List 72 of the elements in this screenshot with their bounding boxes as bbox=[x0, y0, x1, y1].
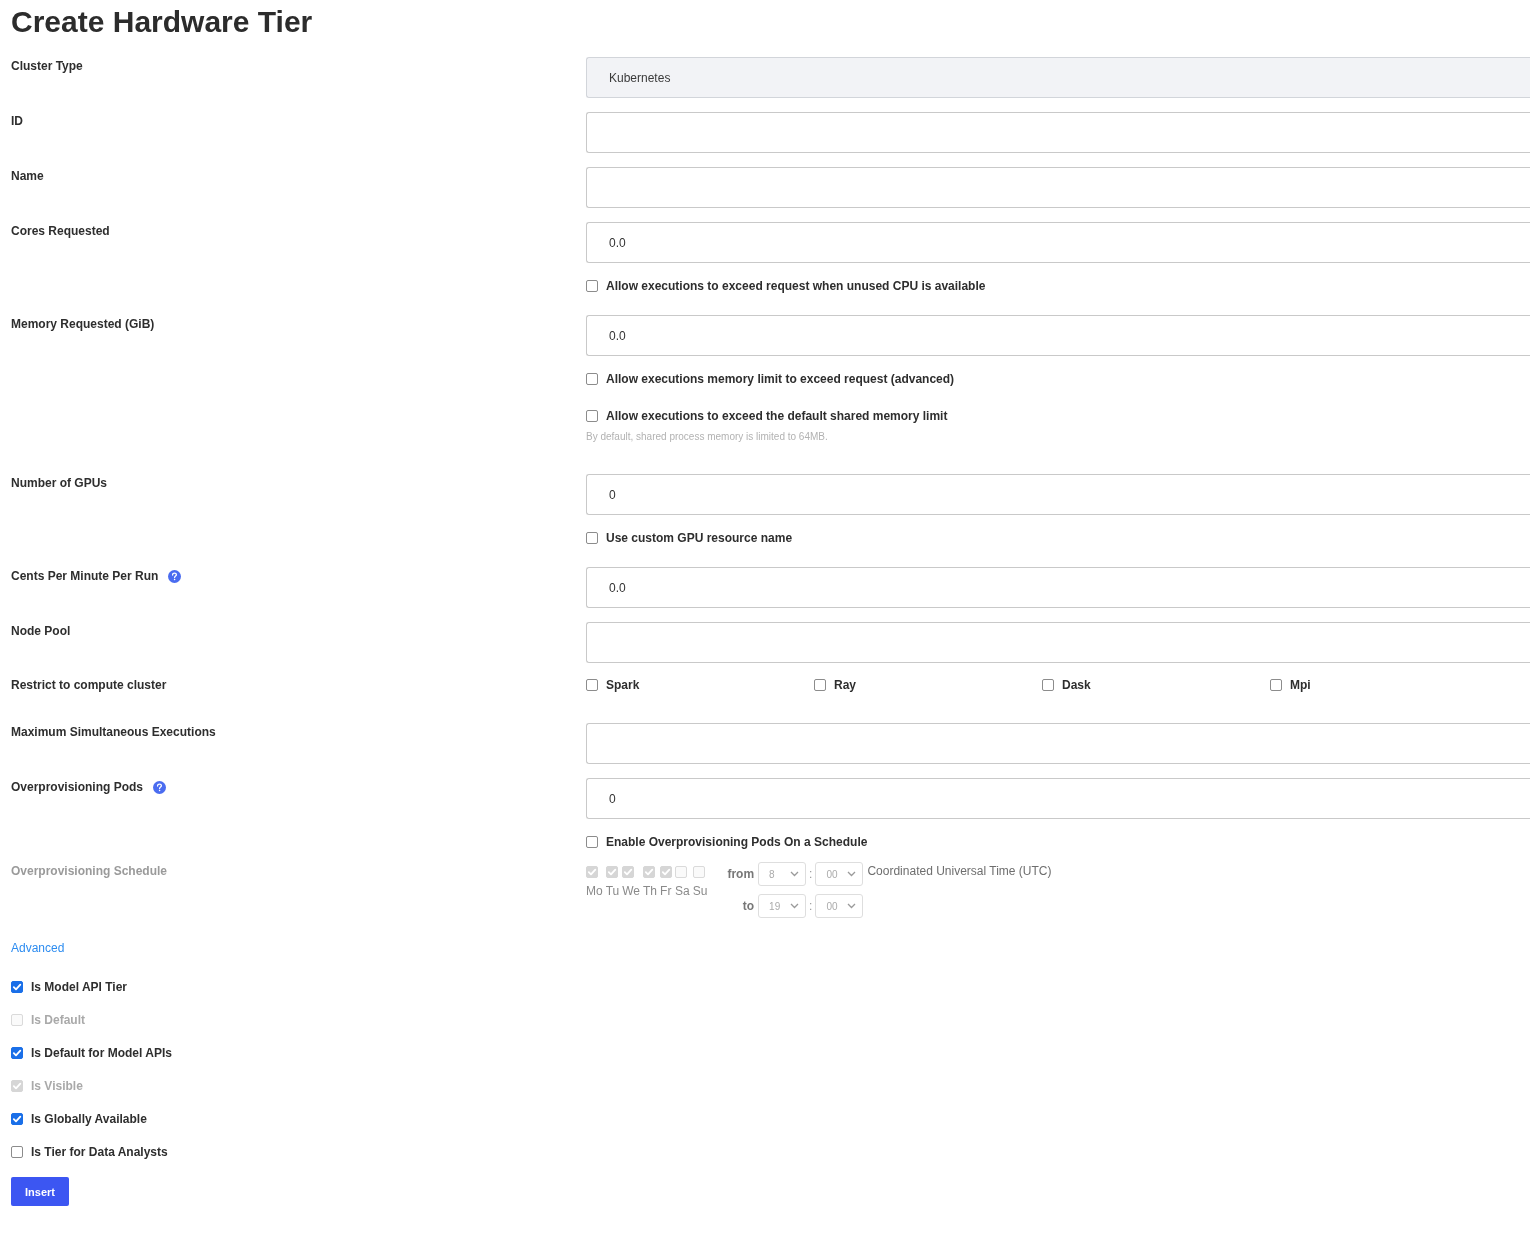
timezone-label: Coordinated Universal Time (UTC) bbox=[867, 863, 1052, 880]
field-label: Name bbox=[11, 168, 44, 184]
checkbox-label: Use custom GPU resource name bbox=[606, 530, 793, 546]
day-label: Th bbox=[643, 884, 658, 898]
checkbox[interactable] bbox=[1042, 679, 1054, 691]
field-label: Cores Requested bbox=[11, 223, 110, 239]
field-label: Maximum Simultaneous Executions bbox=[11, 724, 216, 740]
checkbox-label: Is Globally Available bbox=[31, 1111, 147, 1127]
checkbox[interactable] bbox=[11, 1047, 23, 1059]
checkbox[interactable] bbox=[586, 280, 598, 292]
text-input[interactable] bbox=[586, 112, 1530, 153]
chevron-down-icon bbox=[847, 871, 857, 877]
checkbox-label: Allow executions to exceed request when unused CPU is available bbox=[606, 278, 986, 294]
checkbox[interactable] bbox=[1270, 679, 1282, 691]
time-label: from bbox=[727, 866, 755, 882]
checkbox-label: Is Tier for Data Analysts bbox=[31, 1144, 168, 1160]
checkbox-label: Ray bbox=[834, 677, 856, 693]
field-label: Restrict to compute cluster bbox=[11, 677, 167, 693]
checkbox[interactable] bbox=[586, 836, 598, 848]
day-label: Su bbox=[692, 884, 708, 898]
checkbox[interactable] bbox=[586, 679, 598, 691]
text-input[interactable] bbox=[586, 622, 1530, 663]
day-label: Mo bbox=[586, 884, 603, 898]
checkbox[interactable] bbox=[11, 1146, 23, 1158]
field-label: ID bbox=[11, 113, 23, 129]
text-input[interactable]: 0 bbox=[586, 778, 1530, 819]
field-label: Overprovisioning Schedule bbox=[11, 863, 168, 879]
checkbox-label: Allow executions memory limit to exceed request (advanced) bbox=[606, 371, 955, 387]
time-separator: : bbox=[809, 898, 813, 914]
text-input[interactable]: 0.0 bbox=[586, 315, 1530, 356]
time-separator: : bbox=[809, 866, 813, 882]
day-label: Tu bbox=[605, 884, 620, 898]
text-input[interactable]: 0 bbox=[586, 474, 1530, 515]
checkbox-label: Allow executions to exceed the default shared memory limit bbox=[606, 408, 948, 424]
chevron-down-icon bbox=[847, 903, 857, 909]
checkbox-label: Spark bbox=[606, 677, 640, 693]
text-input[interactable] bbox=[586, 723, 1530, 764]
field-label: Cluster Type bbox=[11, 58, 83, 74]
chevron-down-icon bbox=[790, 903, 800, 909]
checkbox-label: Dask bbox=[1062, 677, 1091, 693]
chevron-down-icon bbox=[790, 871, 800, 877]
day-label: Fr bbox=[660, 884, 672, 898]
checkbox-label: Is Model API Tier bbox=[31, 979, 128, 995]
advanced-link[interactable]: Advanced bbox=[11, 941, 65, 955]
checkbox-label: Is Visible bbox=[31, 1078, 83, 1094]
field-label: Memory Requested (GiB) bbox=[11, 316, 155, 332]
help-icon[interactable] bbox=[153, 780, 167, 794]
text-input[interactable]: Kubernetes bbox=[586, 57, 1530, 98]
checkbox-label: Is Default for Model APIs bbox=[31, 1045, 172, 1061]
text-input[interactable]: 0.0 bbox=[586, 567, 1530, 608]
checkbox[interactable] bbox=[586, 373, 598, 385]
field-label: Node Pool bbox=[11, 623, 71, 639]
page-title: Create Hardware Tier bbox=[11, 4, 313, 40]
time-label: to bbox=[742, 898, 755, 914]
hint-text: By default, shared process memory is limited to 64MB. bbox=[586, 431, 828, 443]
day-label: We bbox=[622, 884, 641, 898]
field-label: Number of GPUs bbox=[11, 475, 107, 491]
checkbox-label: Is Default bbox=[31, 1012, 85, 1028]
field-label: Overprovisioning Pods bbox=[11, 779, 144, 795]
checkbox-label: Mpi bbox=[1290, 677, 1311, 693]
text-input[interactable] bbox=[586, 167, 1530, 208]
insert-button[interactable]: Insert bbox=[11, 1177, 69, 1206]
checkbox[interactable] bbox=[586, 532, 598, 544]
checkbox[interactable] bbox=[11, 1113, 23, 1125]
day-label: Sa bbox=[675, 884, 690, 898]
checkbox-label: Enable Overprovisioning Pods On a Schedule bbox=[606, 834, 868, 850]
text-input[interactable]: 0.0 bbox=[586, 222, 1530, 263]
checkbox[interactable] bbox=[11, 981, 23, 993]
field-label: Cents Per Minute Per Run bbox=[11, 568, 159, 584]
help-icon[interactable] bbox=[168, 569, 182, 583]
checkbox[interactable] bbox=[586, 410, 598, 422]
checkbox[interactable] bbox=[814, 679, 826, 691]
